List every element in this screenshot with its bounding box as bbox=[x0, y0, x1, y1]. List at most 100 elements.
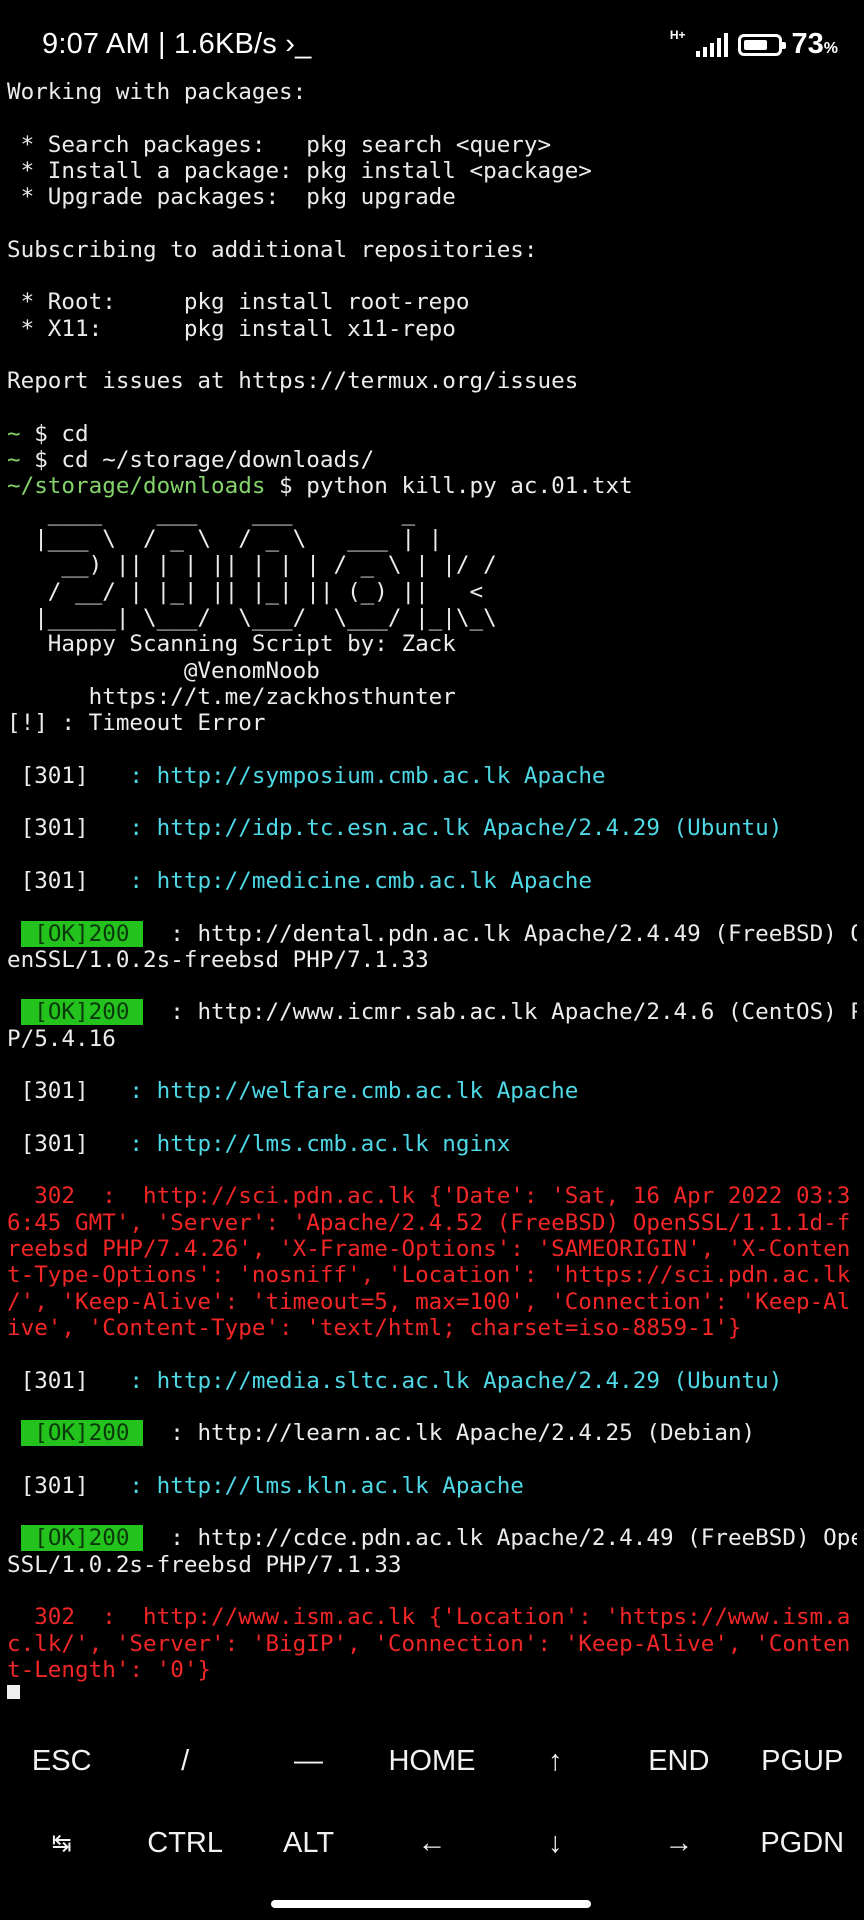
terminal-text: $ cd ~/storage/downloads/ bbox=[20, 447, 375, 474]
terminal-line: * Upgrade packages: pkg upgrade bbox=[7, 184, 857, 210]
terminal-line: __) || | | || | | | / _ \ | |/ / bbox=[7, 552, 857, 578]
terminal-line: 6:45 GMT', 'Server': 'Apache/2.4.52 (Fre… bbox=[7, 1210, 857, 1236]
terminal-cursor bbox=[7, 1684, 20, 1699]
terminal-text: * Search packages: pkg search <query> bbox=[7, 131, 552, 158]
arrow-down-key[interactable]: ↓ bbox=[494, 1802, 617, 1884]
terminal-line: [301] : http://media.sltc.ac.lk Apache/2… bbox=[7, 1368, 857, 1394]
terminal-line: [301] : http://medicine.cmb.ac.lk Apache bbox=[7, 868, 857, 894]
terminal-text: : http://medicine.cmb.ac.lk Apache bbox=[115, 867, 592, 894]
terminal-text: Report issues at https://termux.org/issu… bbox=[7, 368, 579, 395]
terminal-input-line[interactable] bbox=[7, 1683, 857, 1699]
terminal-text: 302 : http://www.ism.ac.lk {'Location': … bbox=[7, 1604, 851, 1631]
terminal-line: |___ \ / _ \ / _ \ ___ | | bbox=[7, 526, 857, 552]
esc-key[interactable]: ESC bbox=[0, 1720, 123, 1802]
battery-fill bbox=[743, 39, 767, 50]
battery-percent: 73% bbox=[792, 28, 839, 61]
terminal-line: ~ $ cd ~/storage/downloads/ bbox=[7, 447, 857, 473]
terminal-line: enSSL/1.0.2s-freebsd PHP/7.1.33 bbox=[7, 947, 857, 973]
extra-keys-bar: ESC / — HOME ↑ END PGUP ↹ CTRL ALT ← ↓ →… bbox=[0, 1720, 864, 1890]
terminal-line: P/5.4.16 bbox=[7, 1026, 857, 1052]
terminal-text: ~ bbox=[7, 420, 21, 447]
terminal-text: ive', 'Content-Type': 'text/html; charse… bbox=[7, 1314, 742, 1341]
terminal-output[interactable]: Working with packages: * Search packages… bbox=[7, 79, 857, 1699]
terminal-text: * Install a package: pkg install <packag… bbox=[7, 157, 592, 184]
terminal-text: ~/storage/downloads bbox=[7, 473, 266, 500]
terminal-text: ~ bbox=[7, 447, 21, 474]
terminal-line: reebsd PHP/7.4.26', 'X-Frame-Options': '… bbox=[7, 1236, 857, 1262]
terminal-text: : http://learn.ac.lk Apache/2.4.25 (Debi… bbox=[143, 1420, 756, 1447]
battery-icon bbox=[737, 33, 786, 56]
extra-keys-row-2: ↹ CTRL ALT ← ↓ → PGDN bbox=[0, 1802, 864, 1884]
alt-key[interactable]: ALT bbox=[247, 1802, 370, 1884]
terminal-line: /', 'Keep-Alive': 'timeout=5, max=100', … bbox=[7, 1289, 857, 1315]
terminal-text: [!] : Timeout Error bbox=[7, 710, 266, 737]
tab-key[interactable]: ↹ bbox=[0, 1802, 123, 1884]
terminal-line: Report issues at https://termux.org/issu… bbox=[7, 368, 857, 394]
terminal-line: [OK]200 : http://learn.ac.lk Apache/2.4.… bbox=[7, 1420, 857, 1447]
terminal-text: : http://www.icmr.sab.ac.lk Apache/2.4.6… bbox=[143, 999, 857, 1026]
status-indicators: H+ 73% bbox=[670, 28, 838, 61]
ok-status-badge: [OK]200 bbox=[20, 1420, 144, 1447]
arrow-left-key[interactable]: ← bbox=[370, 1802, 493, 1884]
terminal-text: : http://idp.tc.esn.ac.lk Apache/2.4.29 … bbox=[115, 815, 783, 842]
pgdn-key[interactable]: PGDN bbox=[741, 1802, 864, 1884]
terminal-text: Happy Scanning Script by: Zack bbox=[7, 631, 456, 658]
terminal-text: |_____| \___/ \___/ \___/ |_|\_\ bbox=[7, 604, 497, 631]
terminal-line: / __/ | |_| || |_| || (_) || < bbox=[7, 579, 857, 605]
terminal-line: Happy Scanning Script by: Zack bbox=[7, 631, 857, 657]
terminal-text: SSL/1.0.2s-freebsd PHP/7.1.33 bbox=[7, 1551, 402, 1578]
terminal-line: * Root: pkg install root-repo bbox=[7, 289, 857, 315]
arrow-right-key[interactable]: → bbox=[617, 1802, 740, 1884]
signal-strength-icon bbox=[695, 32, 728, 57]
ok-status-badge: [OK]200 bbox=[20, 920, 144, 947]
home-key[interactable]: HOME bbox=[370, 1720, 493, 1802]
arrow-up-key[interactable]: ↑ bbox=[494, 1720, 617, 1802]
terminal-line: SSL/1.0.2s-freebsd PHP/7.1.33 bbox=[7, 1552, 857, 1578]
terminal-text: 302 : http://sci.pdn.ac.lk {'Date': 'Sat… bbox=[7, 1183, 851, 1210]
terminal-prompt-icon: ›_ bbox=[285, 28, 312, 60]
terminal-text: * Root: pkg install root-repo bbox=[7, 289, 470, 316]
ok-status-badge: [OK]200 bbox=[20, 999, 144, 1026]
terminal-text: [301] bbox=[7, 815, 116, 842]
terminal-line: ~/storage/downloads $ python kill.py ac.… bbox=[7, 473, 857, 499]
ctrl-key[interactable]: CTRL bbox=[123, 1802, 246, 1884]
terminal-line: [301] : http://lms.kln.ac.lk Apache bbox=[7, 1473, 857, 1499]
slash-key[interactable]: / bbox=[123, 1720, 246, 1802]
status-bar: 9:07 AM | 1.6KB/s ›_ H+ 73% bbox=[0, 0, 864, 82]
terminal-line: [!] : Timeout Error bbox=[7, 710, 857, 736]
terminal-text: Working with packages: bbox=[7, 79, 307, 105]
terminal-text: : http://media.sltc.ac.lk Apache/2.4.29 … bbox=[115, 1367, 783, 1394]
terminal-text: : http://dental.pdn.ac.lk Apache/2.4.49 … bbox=[143, 920, 857, 947]
terminal-text: https://t.me/zackhosthunter bbox=[7, 683, 456, 710]
status-time-speed: 9:07 AM | 1.6KB/s bbox=[42, 28, 278, 60]
dash-key[interactable]: — bbox=[247, 1720, 370, 1802]
terminal-line: [301] : http://idp.tc.esn.ac.lk Apache/2… bbox=[7, 815, 857, 841]
terminal-line: ~ $ cd bbox=[7, 421, 857, 447]
terminal-line: Working with packages: bbox=[7, 79, 857, 105]
terminal-text: : http://lms.cmb.ac.lk nginx bbox=[115, 1130, 511, 1157]
end-key[interactable]: END bbox=[617, 1720, 740, 1802]
pgup-key[interactable]: PGUP bbox=[741, 1720, 864, 1802]
terminal-text: c.lk/', 'Server': 'BigIP', 'Connection':… bbox=[7, 1630, 851, 1657]
terminal-text: * Upgrade packages: pkg upgrade bbox=[7, 184, 456, 211]
terminal-text: [301] bbox=[7, 1078, 116, 1105]
terminal-line: [301] : http://lms.cmb.ac.lk nginx bbox=[7, 1131, 857, 1157]
terminal-line: [OK]200 : http://dental.pdn.ac.lk Apache… bbox=[7, 920, 857, 947]
home-indicator[interactable] bbox=[271, 1900, 591, 1908]
terminal-text: P/5.4.16 bbox=[7, 1025, 116, 1052]
